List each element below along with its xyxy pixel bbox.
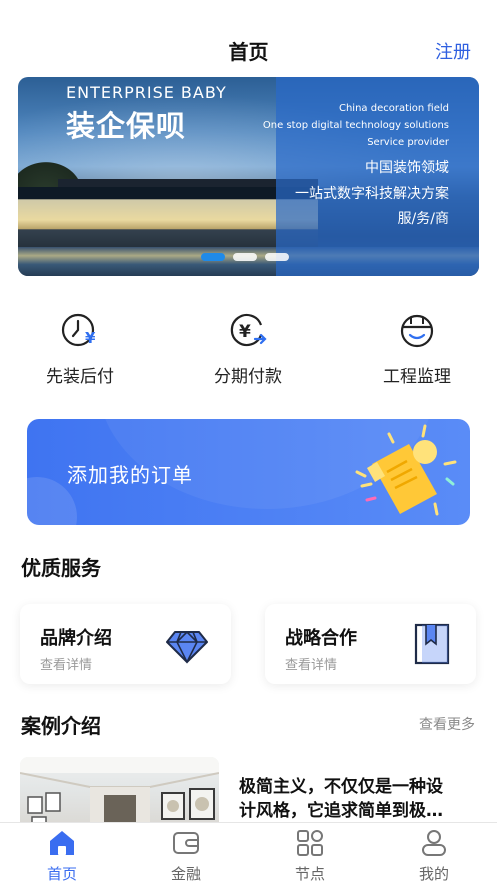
carousel-dot-2[interactable] [233,253,257,261]
tab-mine[interactable]: 我的 [394,829,474,883]
banner-line: 服/务/商 [397,211,449,227]
case-description[interactable]: 极简主义，不仅仅是一种设 计风格，它追求简单到极… [239,775,469,823]
banner-headline-cn: 装企保呗 [66,109,187,143]
banner-building [18,187,318,247]
banner-line: 一站式数字科技解决方案 [295,186,449,202]
yuan-cycle-icon: ¥ [228,310,268,350]
cases-section-title: 案例介绍 [21,714,101,738]
services-section-title: 优质服务 [21,556,101,580]
register-link[interactable]: 注册 [435,38,471,64]
home-icon [47,829,77,857]
clock-yuan-icon: ¥ [60,310,100,350]
receipt-illustration-icon [327,424,467,524]
service-detail-link: 查看详情 [285,658,338,673]
case-description-line: 极简主义，不仅仅是一种设 [239,777,443,797]
svg-text:¥: ¥ [239,322,251,342]
tab-finance[interactable]: 金融 [146,829,226,883]
carousel-dot-1[interactable] [201,253,225,261]
carousel-dot-3[interactable] [265,253,289,261]
service-name: 战略合作 [285,628,357,649]
page-title: 首页 [228,40,269,64]
banner-line: Service provider [367,137,449,148]
carousel-indicator [201,253,289,261]
tab-label: 我的 [418,865,449,883]
brand-intro-card[interactable]: 品牌介绍 查看详情 [20,604,231,684]
quick-action-installment[interactable]: ¥ 分期付款 [188,310,308,387]
diamond-icon [165,622,209,666]
bottom-tab-bar: 首页 金融 节点 我的 [0,822,497,883]
hardhat-icon [397,310,437,350]
top-bar: 首页 注册 [0,0,497,72]
tab-label: 首页 [46,865,77,883]
add-order-label: 添加我的订单 [67,463,193,487]
user-icon [419,829,449,857]
banner-line: 中国装饰领域 [365,160,449,176]
tab-home[interactable]: 首页 [22,829,102,883]
service-name: 品牌介绍 [40,628,112,649]
service-detail-link: 查看详情 [40,658,93,673]
strategic-partner-card[interactable]: 战略合作 查看详情 [265,604,476,684]
grid-nodes-icon [295,829,325,857]
view-more-link[interactable]: 查看更多 [419,714,475,734]
tab-label: 节点 [294,865,325,883]
quick-action-supervision[interactable]: 工程监理 [357,310,477,387]
promo-banner[interactable]: ENTERPRISE BABY 装企保呗 China decoration fi… [18,77,479,276]
add-order-card[interactable]: 添加我的订单 [27,419,470,525]
quick-action-label: 先装后付 [46,367,114,387]
wallet-icon [171,829,201,857]
banner-line: China decoration field [338,103,449,114]
banner-line: One stop digital technology solutions [262,120,449,131]
quick-action-label: 分期付款 [214,367,282,387]
case-description-line: 计风格，它追求简单到极… [239,801,443,821]
svg-text:¥: ¥ [85,329,96,347]
bookmark-book-icon [410,622,454,666]
quick-action-label: 工程监理 [383,367,451,387]
banner-headline-en: ENTERPRISE BABY [66,83,227,102]
tab-nodes[interactable]: 节点 [270,829,350,883]
tab-label: 金融 [170,865,201,883]
quick-action-pay-later[interactable]: ¥ 先装后付 [20,310,140,387]
